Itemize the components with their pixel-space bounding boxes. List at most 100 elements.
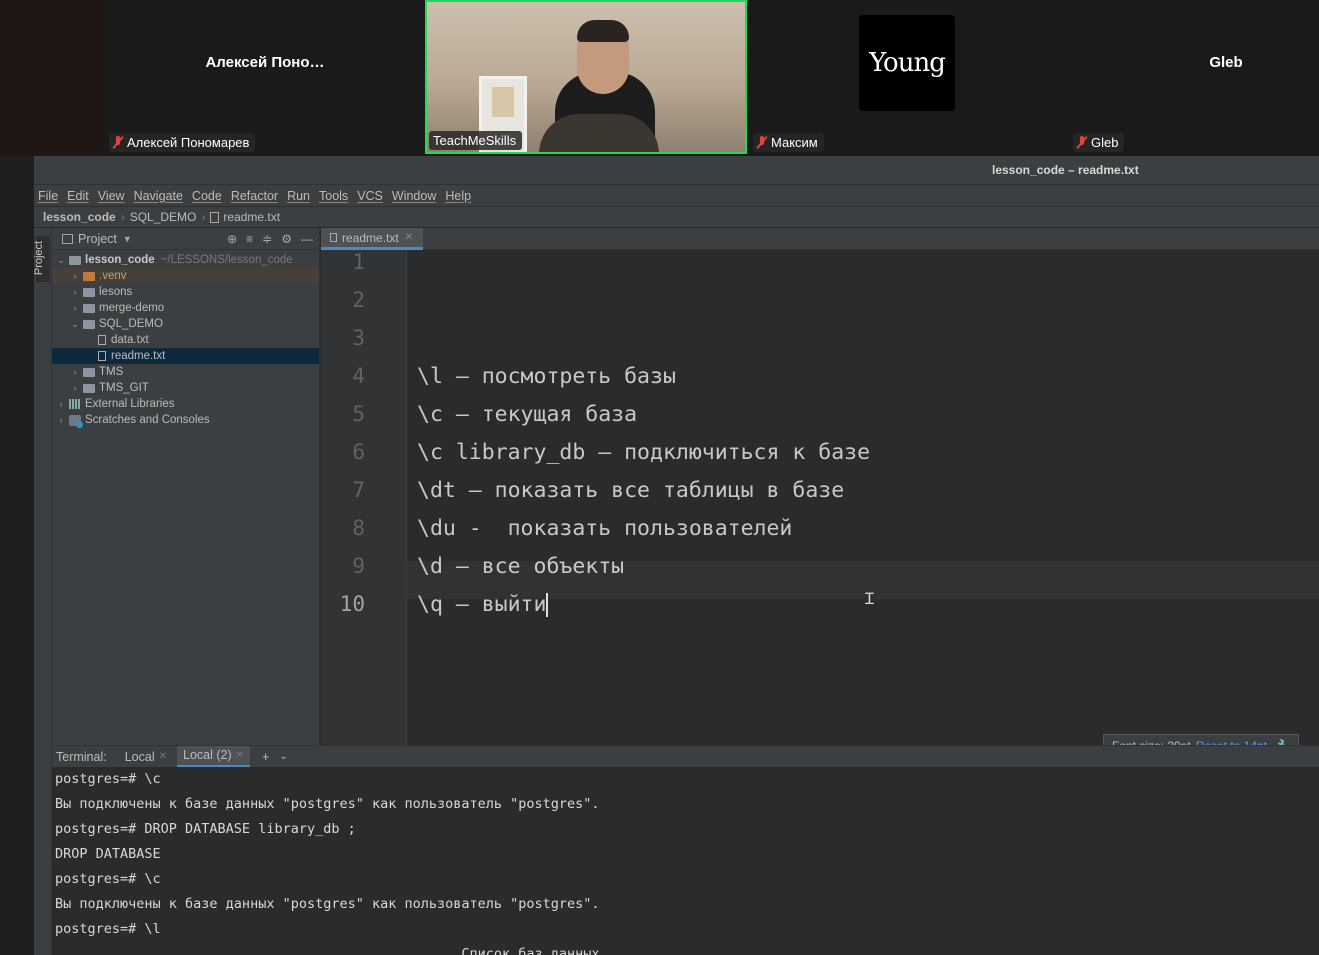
tree-item-tms[interactable]: › TMS — [52, 364, 319, 380]
breadcrumb-separator: › — [201, 210, 206, 224]
project-view-selector[interactable]: Project — [78, 232, 117, 246]
collapse-all-icon[interactable]: ≑ — [262, 232, 272, 246]
project-pane: Project ▼ ⊕ ≡ ≑ ⚙ — ⌄ lesson_code ~/LESS… — [52, 228, 320, 745]
line-number: 8 — [352, 516, 365, 540]
menu-view[interactable]: View — [98, 189, 125, 203]
menu-run[interactable]: Run — [287, 189, 310, 203]
chevron-right-icon[interactable]: › — [70, 271, 80, 281]
video-tile-teachmeskills[interactable]: TeachMeSkills — [425, 0, 747, 154]
chevron-right-icon[interactable]: › — [56, 415, 66, 425]
menu-edit[interactable]: Edit — [67, 189, 89, 203]
code-line: \l — посмотреть базы — [417, 364, 676, 389]
tree-item-scratches[interactable]: › Scratches and Consoles — [52, 412, 319, 428]
terminal-output[interactable]: postgres=# \c Вы подключены к базе данны… — [52, 767, 1319, 955]
video-tile-gleb[interactable]: Gleb Gleb — [1069, 0, 1319, 156]
menu-tools[interactable]: Tools — [319, 189, 348, 203]
breadcrumb-separator: › — [120, 210, 125, 224]
tree-item-venv[interactable]: › .venv — [52, 268, 319, 284]
participant-label: Gleb — [1073, 133, 1125, 152]
tree-item-lesons[interactable]: › lesons — [52, 284, 319, 300]
text-file-icon — [210, 211, 220, 223]
breadcrumb-folder[interactable]: SQL_DEMO — [130, 210, 197, 224]
close-icon[interactable]: ✕ — [159, 751, 167, 762]
add-tab-icon[interactable]: + — [262, 750, 269, 764]
gear-icon[interactable]: ⚙ — [281, 232, 292, 246]
tree-item-readme-txt[interactable]: readme.txt — [52, 348, 319, 364]
terminal-line: postgres=# \c — [55, 771, 161, 787]
title-bar: lesson_code – readme.txt — [34, 156, 1319, 184]
video-tile-aleksey[interactable]: Алексей Поно… Алексей Пономарев — [105, 0, 425, 156]
line-number-current: 10 — [339, 592, 365, 616]
tree-item-label: lesons — [99, 286, 133, 298]
tool-window-strip: Project — [33, 228, 52, 955]
participant-name: Алексей Поно… — [205, 54, 325, 71]
code-area[interactable]: \l — посмотреть базы \c — текущая база \… — [408, 250, 1319, 745]
breadcrumb-file[interactable]: readme.txt — [223, 210, 280, 224]
avatar-logo: Young — [859, 15, 955, 111]
close-icon[interactable]: ✕ — [236, 750, 244, 761]
text-file-icon — [98, 335, 106, 345]
menu-window[interactable]: Window — [392, 189, 436, 203]
chevron-right-icon[interactable]: › — [56, 399, 66, 409]
line-number: 9 — [352, 554, 365, 578]
mic-muted-icon — [757, 136, 767, 149]
tree-item-tms-git[interactable]: › TMS_GIT — [52, 380, 319, 396]
terminal-tab-local-2[interactable]: Local (2) ✕ — [177, 745, 251, 768]
code-line: \d — все объекты — [417, 554, 625, 579]
terminal-tab-local[interactable]: Local ✕ — [119, 746, 173, 768]
ide-window: lesson_code – readme.txt File Edit View … — [33, 156, 1319, 955]
participant-label: Максим — [753, 133, 824, 152]
mic-muted-icon — [1077, 136, 1087, 149]
terminal-line: postgres=# \c — [55, 871, 161, 887]
camera-person-hair — [577, 20, 629, 42]
code-line: \c — текущая база — [417, 402, 638, 427]
camera-feed — [427, 2, 745, 152]
folder-icon — [69, 255, 81, 265]
text-caret — [546, 593, 549, 617]
chevron-down-icon[interactable]: ⌄ — [70, 319, 80, 330]
desktop-edge — [0, 156, 34, 955]
participant-label: TeachMeSkills — [429, 131, 523, 150]
code-line: \dt — показать все таблицы в базе — [417, 478, 845, 503]
tree-item-merge-demo[interactable]: › merge-demo — [52, 300, 319, 316]
tab-readme[interactable]: readme.txt ✕ — [321, 228, 423, 250]
chevron-down-icon[interactable]: ⌄ — [56, 255, 66, 266]
tree-item-data-txt[interactable]: data.txt — [52, 332, 319, 348]
breadcrumb-project[interactable]: lesson_code — [43, 210, 116, 224]
menu-refactor[interactable]: Refactor — [231, 189, 278, 203]
menu-code[interactable]: Code — [192, 189, 222, 203]
menu-vcs[interactable]: VCS — [357, 189, 383, 203]
project-tool-button[interactable]: Project — [33, 236, 50, 282]
line-number: 5 — [352, 402, 365, 426]
video-strip: Алексей Поно… Алексей Пономарев TeachMeS… — [0, 0, 1319, 156]
scratches-icon — [69, 414, 83, 428]
expand-all-icon[interactable]: ≡ — [246, 232, 253, 246]
tree-item-path: ~/LESSONS/lesson_code — [160, 254, 293, 266]
tree-item-label: data.txt — [111, 334, 149, 346]
line-number: 6 — [352, 440, 365, 464]
chevron-down-icon[interactable]: ⌄ — [279, 751, 287, 762]
screen: Алексей Поно… Алексей Пономарев TeachMeS… — [0, 0, 1319, 955]
folder-icon — [83, 383, 95, 393]
terminal-header: Terminal: Local ✕ Local (2) ✕ + ⌄ — [52, 745, 1319, 768]
chevron-right-icon[interactable]: › — [70, 367, 80, 377]
tree-item-sql-demo[interactable]: ⌄ SQL_DEMO — [52, 316, 319, 332]
menu-file[interactable]: File — [38, 189, 58, 203]
locate-icon[interactable]: ⊕ — [227, 232, 237, 246]
chevron-right-icon[interactable]: › — [70, 303, 80, 313]
chevron-right-icon[interactable]: › — [70, 383, 80, 393]
chevron-right-icon[interactable]: › — [70, 287, 80, 297]
menu-navigate[interactable]: Navigate — [134, 189, 183, 203]
editor-tabs: readme.txt ✕ — [321, 228, 1319, 250]
terminal-line: postgres=# \l — [55, 921, 161, 937]
tree-item-root[interactable]: ⌄ lesson_code ~/LESSONS/lesson_code — [52, 252, 319, 268]
line-number: 1 — [352, 250, 365, 274]
tree-item-label: readme.txt — [111, 350, 166, 362]
close-icon[interactable]: ✕ — [405, 232, 413, 243]
menu-help[interactable]: Help — [445, 189, 471, 203]
library-icon — [69, 399, 81, 409]
video-tile-maksim[interactable]: Young Максим — [749, 0, 1069, 156]
chevron-down-icon[interactable]: ▼ — [123, 234, 132, 244]
hide-icon[interactable]: — — [301, 232, 313, 246]
tree-item-external-libraries[interactable]: › External Libraries — [52, 396, 319, 412]
